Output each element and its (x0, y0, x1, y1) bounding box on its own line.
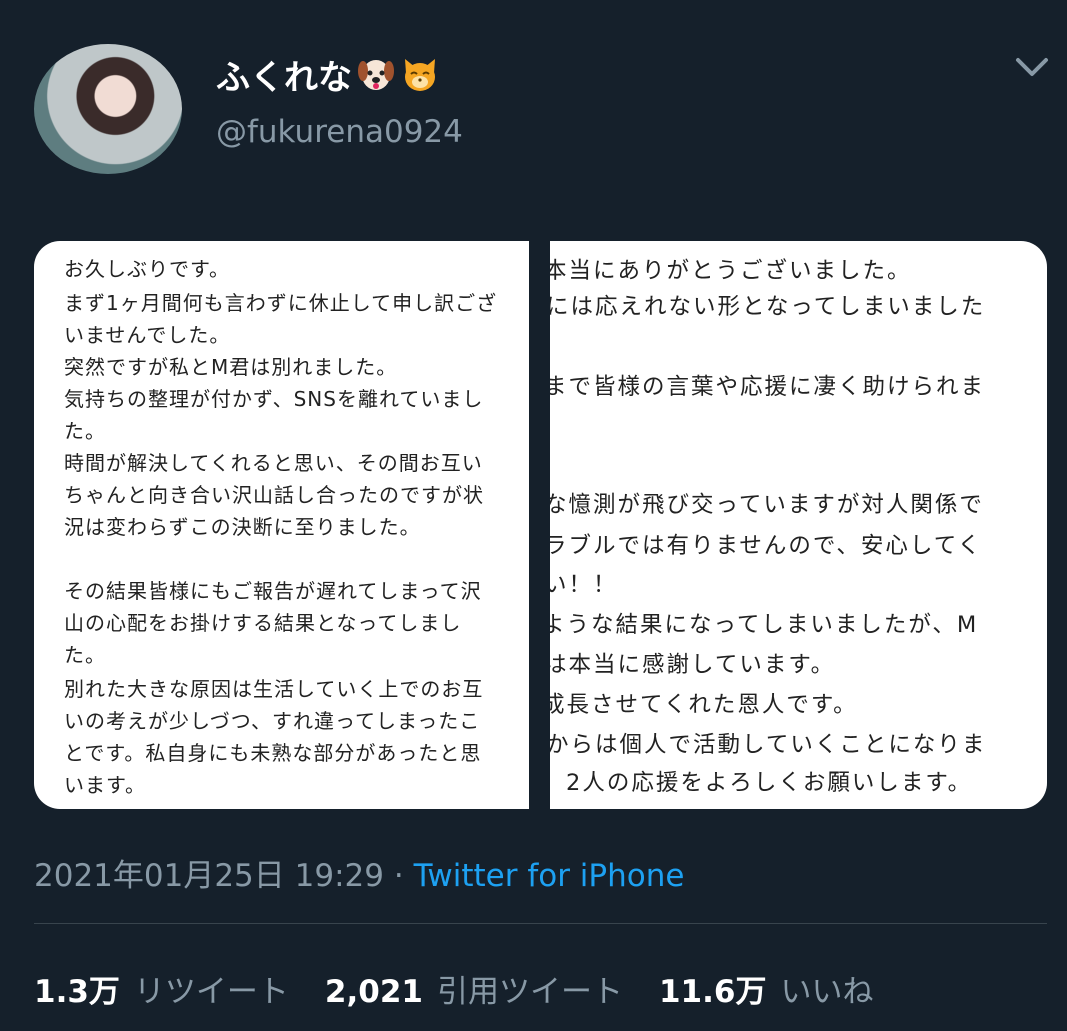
image-text-line: ような結果になってしまいましたが、M (550, 612, 979, 638)
meta-separator: · (393, 858, 404, 894)
image-text-line: まで皆様の言葉や応援に凄く助けられま (550, 374, 986, 400)
tweet-meta: 2021年01月25日 19:29 · Twitter for iPhone (34, 850, 684, 895)
retweets-count: 1.3万 (34, 974, 120, 1010)
image-text-line: には応えれない形となってしまいました (550, 294, 986, 320)
image-text-line: 突然ですが私とM君は別れました。 (64, 355, 398, 379)
image-text-line: た。 (64, 419, 106, 443)
tweet-source-link[interactable]: Twitter for iPhone (414, 858, 685, 894)
image-text-line: ちゃんと向き合い沢山話し合ったのですが状 (64, 483, 484, 507)
image-text-line: は本当に感謝しています。 (550, 652, 836, 678)
quotes-count: 2,021 (324, 974, 423, 1010)
divider (34, 923, 1047, 924)
image-text-line: お久しぶりです。 (64, 257, 230, 281)
image-text-line: 山の心配をお掛けする結果となってしまし (64, 611, 462, 635)
image-text-line: ラブルでは有りませんので、安心してく (550, 533, 983, 559)
image-text-line: い！！ (550, 572, 618, 598)
tweet-image-right[interactable]: 本当にありがとうございました。 には応えれない形となってしまいました まで皆様の… (550, 241, 1047, 809)
image-text-line: います。 (64, 773, 146, 797)
quotes-label: 引用ツイート (436, 974, 623, 1010)
retweets-stat[interactable]: 1.3万 リツイート (34, 974, 325, 1010)
likes-stat[interactable]: 11.6万 いいね (659, 974, 910, 1010)
likes-count: 11.6万 (658, 974, 767, 1010)
image-text-line: た。 (64, 643, 106, 667)
image-text-line: 別れた大きな原因は生活していく上でのお互 (64, 677, 484, 701)
chevron-down-icon[interactable] (1014, 54, 1050, 80)
image-text-line: いの考えが少しづつ、すれ違ってしまったこ (64, 709, 481, 733)
image-text-line: 時間が解決してくれると思い、その間お互い (64, 451, 483, 475)
avatar[interactable] (34, 44, 182, 174)
image-text-line: 気持ちの整理が付かず、SNSを離れていまし (64, 387, 484, 411)
tweet-image-left[interactable]: お久しぶりです。 まず1ヶ月間何も言わずに休止して申し訳ござ いませんでした。 … (34, 241, 529, 809)
image-text-line: 況は変わらずこの決断に至りました。 (64, 515, 421, 539)
dog-face-icon (356, 55, 396, 102)
image-text-line: その結果皆様にもご報告が遅れてしまって沢 (64, 579, 482, 603)
image-text-line: な憶測が飛び交っていますが対人関係で (550, 492, 984, 518)
image-text-line: からは個人で活動していくことになりま (550, 732, 987, 758)
user-handle[interactable]: @fukurena0924 (216, 114, 463, 150)
likes-label: いいね (780, 974, 874, 1010)
retweets-label: リツイート (133, 974, 289, 1010)
image-text-line: とです。私自身にも未熟な部分があったと思 (64, 741, 482, 765)
cat-face-icon (400, 55, 440, 102)
tweet-stats: 1.3万 リツイート 2,021 引用ツイート 11.6万 いいね (34, 966, 909, 1011)
image-text-line: 成長させてくれた恩人です。 (550, 692, 858, 718)
display-name[interactable]: ふくれな (216, 50, 440, 102)
image-text-line: 2人の応援をよろしくお願いします。 (566, 770, 973, 796)
image-text-line: まず1ヶ月間何も言わずに休止して申し訳ござ (64, 291, 498, 315)
display-name-text: ふくれな (216, 58, 352, 98)
quotes-stat[interactable]: 2,021 引用ツイート (325, 974, 659, 1010)
image-text-line: いませんでした。 (64, 323, 231, 347)
tweet-timestamp[interactable]: 2021年01月25日 19:29 (34, 858, 384, 894)
image-text-line: 本当にありがとうございました。 (550, 258, 912, 284)
